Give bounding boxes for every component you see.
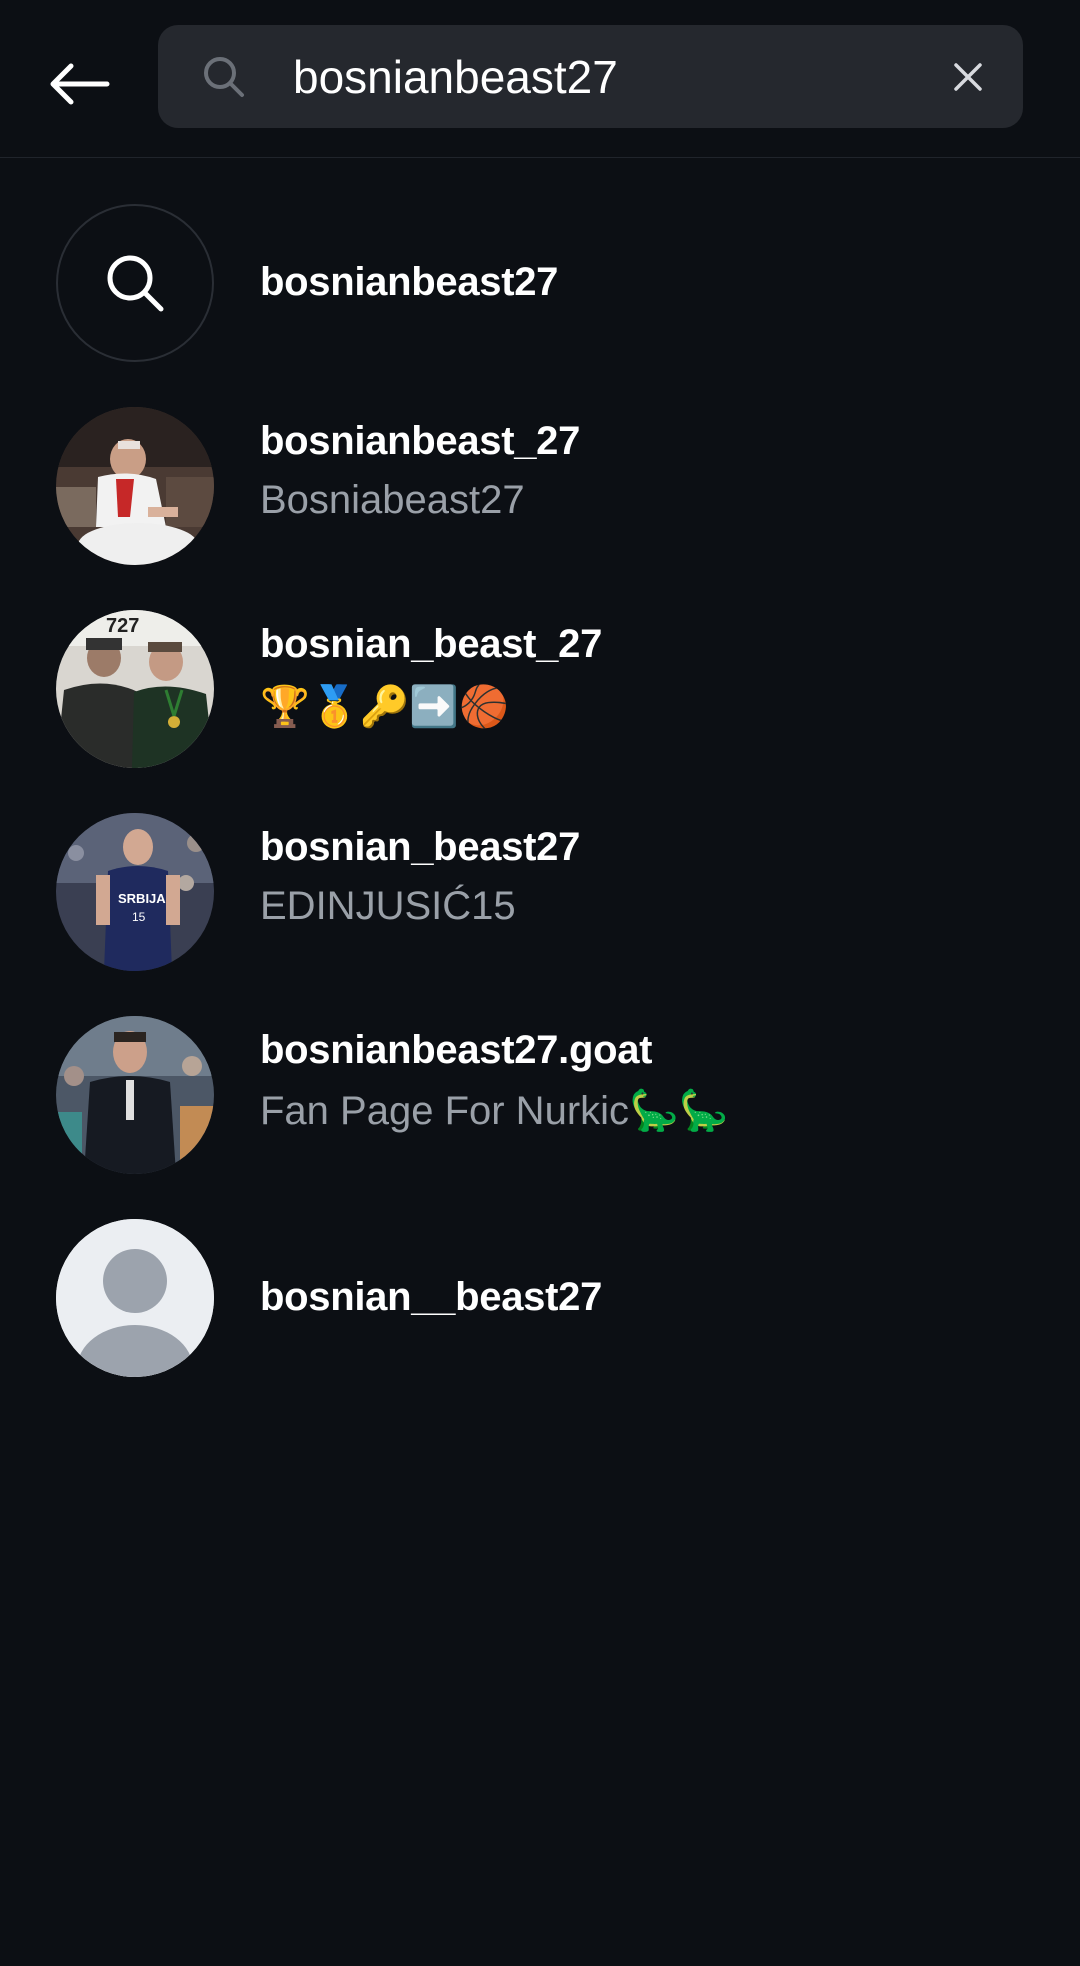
result-username: bosnianbeast_27 <box>260 419 581 463</box>
result-username: bosnian_beast_27 <box>260 622 603 666</box>
result-username: bosnian__beast27 <box>260 1275 603 1319</box>
search-bar[interactable] <box>158 25 1023 128</box>
search-results-list: bosnianbeast27 bosnianbeast_27 Bosniabea… <box>0 158 1080 1377</box>
search-icon <box>107 255 164 312</box>
avatar: 727 <box>56 610 214 768</box>
svg-text:SRBIJA: SRBIJA <box>118 891 166 906</box>
result-username: bosnianbeast27 <box>260 260 559 304</box>
result-username: bosnianbeast27.goat <box>260 1028 653 1072</box>
svg-text:727: 727 <box>106 615 139 637</box>
result-fullname: Fan Page For Nurkic🦕🦕 <box>260 1089 729 1133</box>
arrow-left-icon <box>50 63 110 105</box>
search-icon <box>202 55 246 99</box>
avatar: SRBIJA 15 <box>56 813 214 971</box>
list-item[interactable]: bosnianbeast_27 Bosniabeast27 <box>0 361 1080 565</box>
clear-search-button[interactable] <box>944 53 992 101</box>
list-item[interactable]: bosnian__beast27 <box>0 1173 1080 1377</box>
svg-text:15: 15 <box>132 910 146 924</box>
list-item[interactable]: SRBIJA 15 bosnian_beast27 EDINJUSIĆ15 <box>0 767 1080 971</box>
search-query-suggestion[interactable]: bosnianbeast27 <box>0 158 1080 362</box>
list-item[interactable]: 727 bosnian_beast_27 🏆🥇🔑➡️🏀 <box>0 564 1080 768</box>
close-icon <box>954 63 982 91</box>
avatar <box>56 407 214 565</box>
search-circle-icon <box>56 204 214 362</box>
list-item[interactable]: bosnianbeast27.goat Fan Page For Nurkic🦕… <box>0 970 1080 1174</box>
avatar <box>56 1219 214 1377</box>
default-avatar-icon <box>56 1219 214 1377</box>
search-header <box>0 0 1080 158</box>
result-fullname: EDINJUSIĆ15 <box>260 884 516 928</box>
avatar <box>56 1016 214 1174</box>
result-username: bosnian_beast27 <box>260 825 581 869</box>
result-fullname: 🏆🥇🔑➡️🏀 <box>260 684 510 729</box>
result-fullname: Bosniabeast27 <box>260 478 525 522</box>
back-button[interactable] <box>36 44 122 124</box>
search-input[interactable] <box>293 25 933 128</box>
